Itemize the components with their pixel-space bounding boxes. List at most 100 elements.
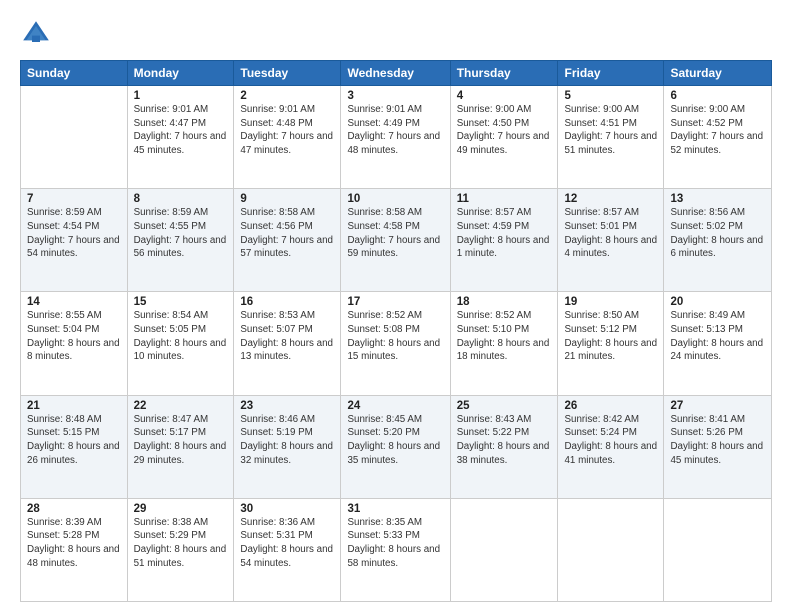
day-info: Sunrise: 8:39 AMSunset: 5:28 PMDaylight:… [27,516,121,571]
calendar-cell: 1 Sunrise: 9:01 AMSunset: 4:47 PMDayligh… [127,86,234,189]
calendar-header-row: SundayMondayTuesdayWednesdayThursdayFrid… [21,61,772,86]
calendar-cell: 30 Sunrise: 8:36 AMSunset: 5:31 PMDaylig… [234,498,341,601]
day-number: 24 [347,400,443,412]
day-number: 6 [670,90,765,102]
calendar-cell: 10 Sunrise: 8:58 AMSunset: 4:58 PMDaylig… [341,189,450,292]
day-info: Sunrise: 8:49 AMSunset: 5:13 PMDaylight:… [670,309,765,364]
calendar-day-header: Monday [127,61,234,86]
day-info: Sunrise: 8:45 AMSunset: 5:20 PMDaylight:… [347,413,443,468]
calendar-cell: 29 Sunrise: 8:38 AMSunset: 5:29 PMDaylig… [127,498,234,601]
day-info: Sunrise: 8:54 AMSunset: 5:05 PMDaylight:… [134,309,228,364]
day-number: 1 [134,90,228,102]
day-info: Sunrise: 8:35 AMSunset: 5:33 PMDaylight:… [347,516,443,571]
day-number: 11 [457,193,552,205]
calendar-cell: 5 Sunrise: 9:00 AMSunset: 4:51 PMDayligh… [558,86,664,189]
day-number: 25 [457,400,552,412]
day-info: Sunrise: 8:46 AMSunset: 5:19 PMDaylight:… [240,413,334,468]
calendar-cell: 26 Sunrise: 8:42 AMSunset: 5:24 PMDaylig… [558,395,664,498]
calendar-cell: 12 Sunrise: 8:57 AMSunset: 5:01 PMDaylig… [558,189,664,292]
day-info: Sunrise: 8:57 AMSunset: 4:59 PMDaylight:… [457,206,552,261]
logo-icon [20,18,52,50]
day-number: 21 [27,400,121,412]
day-info: Sunrise: 9:01 AMSunset: 4:49 PMDaylight:… [347,103,443,158]
day-number: 20 [670,296,765,308]
day-number: 5 [564,90,657,102]
calendar-cell: 19 Sunrise: 8:50 AMSunset: 5:12 PMDaylig… [558,292,664,395]
calendar-week-row: 28 Sunrise: 8:39 AMSunset: 5:28 PMDaylig… [21,498,772,601]
day-info: Sunrise: 8:47 AMSunset: 5:17 PMDaylight:… [134,413,228,468]
calendar-cell: 21 Sunrise: 8:48 AMSunset: 5:15 PMDaylig… [21,395,128,498]
calendar-cell: 15 Sunrise: 8:54 AMSunset: 5:05 PMDaylig… [127,292,234,395]
day-number: 2 [240,90,334,102]
calendar-cell: 28 Sunrise: 8:39 AMSunset: 5:28 PMDaylig… [21,498,128,601]
day-number: 30 [240,503,334,515]
calendar-cell: 16 Sunrise: 8:53 AMSunset: 5:07 PMDaylig… [234,292,341,395]
calendar-day-header: Wednesday [341,61,450,86]
calendar-cell: 18 Sunrise: 8:52 AMSunset: 5:10 PMDaylig… [450,292,558,395]
day-number: 26 [564,400,657,412]
calendar-cell [558,498,664,601]
calendar-cell: 9 Sunrise: 8:58 AMSunset: 4:56 PMDayligh… [234,189,341,292]
calendar-cell: 2 Sunrise: 9:01 AMSunset: 4:48 PMDayligh… [234,86,341,189]
calendar-cell [450,498,558,601]
calendar-day-header: Friday [558,61,664,86]
calendar-week-row: 14 Sunrise: 8:55 AMSunset: 5:04 PMDaylig… [21,292,772,395]
day-number: 27 [670,400,765,412]
day-info: Sunrise: 9:01 AMSunset: 4:47 PMDaylight:… [134,103,228,158]
day-number: 14 [27,296,121,308]
calendar-day-header: Thursday [450,61,558,86]
day-number: 9 [240,193,334,205]
day-number: 23 [240,400,334,412]
calendar-cell: 24 Sunrise: 8:45 AMSunset: 5:20 PMDaylig… [341,395,450,498]
day-number: 29 [134,503,228,515]
day-info: Sunrise: 8:52 AMSunset: 5:08 PMDaylight:… [347,309,443,364]
calendar-cell: 27 Sunrise: 8:41 AMSunset: 5:26 PMDaylig… [664,395,772,498]
calendar-cell: 14 Sunrise: 8:55 AMSunset: 5:04 PMDaylig… [21,292,128,395]
day-number: 8 [134,193,228,205]
calendar-cell [664,498,772,601]
day-number: 15 [134,296,228,308]
day-number: 3 [347,90,443,102]
calendar-cell: 3 Sunrise: 9:01 AMSunset: 4:49 PMDayligh… [341,86,450,189]
calendar-week-row: 1 Sunrise: 9:01 AMSunset: 4:47 PMDayligh… [21,86,772,189]
calendar-day-header: Tuesday [234,61,341,86]
day-info: Sunrise: 8:57 AMSunset: 5:01 PMDaylight:… [564,206,657,261]
day-info: Sunrise: 8:50 AMSunset: 5:12 PMDaylight:… [564,309,657,364]
day-number: 18 [457,296,552,308]
calendar-cell [21,86,128,189]
calendar-day-header: Saturday [664,61,772,86]
day-number: 19 [564,296,657,308]
day-info: Sunrise: 8:59 AMSunset: 4:55 PMDaylight:… [134,206,228,261]
day-info: Sunrise: 8:56 AMSunset: 5:02 PMDaylight:… [670,206,765,261]
day-info: Sunrise: 8:48 AMSunset: 5:15 PMDaylight:… [27,413,121,468]
calendar-week-row: 21 Sunrise: 8:48 AMSunset: 5:15 PMDaylig… [21,395,772,498]
day-info: Sunrise: 8:55 AMSunset: 5:04 PMDaylight:… [27,309,121,364]
calendar-cell: 11 Sunrise: 8:57 AMSunset: 4:59 PMDaylig… [450,189,558,292]
day-number: 7 [27,193,121,205]
calendar-cell: 13 Sunrise: 8:56 AMSunset: 5:02 PMDaylig… [664,189,772,292]
page: SundayMondayTuesdayWednesdayThursdayFrid… [0,0,792,612]
day-info: Sunrise: 9:00 AMSunset: 4:51 PMDaylight:… [564,103,657,158]
calendar-cell: 25 Sunrise: 8:43 AMSunset: 5:22 PMDaylig… [450,395,558,498]
day-number: 22 [134,400,228,412]
day-info: Sunrise: 8:38 AMSunset: 5:29 PMDaylight:… [134,516,228,571]
calendar-week-row: 7 Sunrise: 8:59 AMSunset: 4:54 PMDayligh… [21,189,772,292]
day-number: 10 [347,193,443,205]
calendar-cell: 23 Sunrise: 8:46 AMSunset: 5:19 PMDaylig… [234,395,341,498]
calendar-table: SundayMondayTuesdayWednesdayThursdayFrid… [20,60,772,602]
day-info: Sunrise: 9:01 AMSunset: 4:48 PMDaylight:… [240,103,334,158]
day-number: 12 [564,193,657,205]
day-info: Sunrise: 8:36 AMSunset: 5:31 PMDaylight:… [240,516,334,571]
calendar-cell: 31 Sunrise: 8:35 AMSunset: 5:33 PMDaylig… [341,498,450,601]
calendar-cell: 8 Sunrise: 8:59 AMSunset: 4:55 PMDayligh… [127,189,234,292]
day-info: Sunrise: 8:42 AMSunset: 5:24 PMDaylight:… [564,413,657,468]
calendar-cell: 6 Sunrise: 9:00 AMSunset: 4:52 PMDayligh… [664,86,772,189]
calendar-day-header: Sunday [21,61,128,86]
calendar-cell: 7 Sunrise: 8:59 AMSunset: 4:54 PMDayligh… [21,189,128,292]
day-number: 16 [240,296,334,308]
day-info: Sunrise: 8:52 AMSunset: 5:10 PMDaylight:… [457,309,552,364]
day-info: Sunrise: 8:43 AMSunset: 5:22 PMDaylight:… [457,413,552,468]
day-number: 4 [457,90,552,102]
day-info: Sunrise: 8:41 AMSunset: 5:26 PMDaylight:… [670,413,765,468]
day-info: Sunrise: 8:59 AMSunset: 4:54 PMDaylight:… [27,206,121,261]
